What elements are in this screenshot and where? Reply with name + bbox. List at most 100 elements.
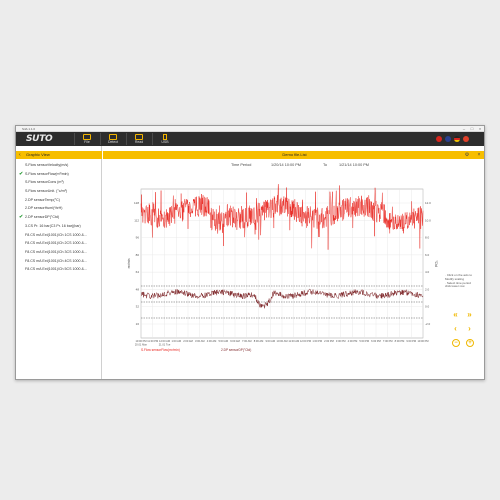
x-tick-sublabel: 21.01 Tue xyxy=(159,343,171,347)
right-y-tick-label: 6.0 xyxy=(425,253,430,257)
sensor-list-item[interactable]: F8.CS mA Ext(1001)/Ch 2CS 1000 &... xyxy=(16,239,102,248)
x-tick-label: 3:00 AM xyxy=(195,339,205,343)
graphic-view-header[interactable]: ‹ Graphic View xyxy=(16,151,102,159)
x-tick-label: 1:00 PM xyxy=(312,339,322,343)
flag-germany-icon[interactable] xyxy=(454,136,460,142)
sensor-list-item[interactable]: F8.CS mA Ext(1001)/Ch 4CS 1000 &... xyxy=(16,257,102,266)
sensor-label: S.Flow sensorUnit. (°c/m³) xyxy=(25,189,67,194)
sensor-label: F8.CS mA Ext(1001)/Ch 5CS 1000 &... xyxy=(25,267,87,272)
x-tick-label: 9:00 PM xyxy=(406,339,416,343)
x-tick-label: 12:00 AM xyxy=(159,339,170,343)
sensor-list-item[interactable]: S.Flow sensorUnit. (°c/m³) xyxy=(16,187,102,196)
sensor-label: 2.DP sensorHumi(%rH) xyxy=(25,206,63,211)
file-button-label: File xyxy=(84,140,90,144)
sensor-list-item[interactable]: S.Flow sensorVelocity(m/s) xyxy=(16,161,102,170)
zoom-in-button[interactable]: + xyxy=(466,339,474,347)
pan-right-button[interactable]: › xyxy=(465,324,474,333)
flag-other-icon[interactable] xyxy=(463,136,469,142)
sensor-list-item[interactable]: S.Flow sensorCons (m³) xyxy=(16,178,102,187)
toolbar: SUTO File Detect Read USB xyxy=(16,132,484,146)
x-tick-label: 8:00 PM xyxy=(395,339,405,343)
zoom-out-button[interactable]: − xyxy=(452,339,460,347)
help-text: · Click on the axis to Modify scaling · … xyxy=(445,273,484,289)
x-tick-label: 10:00 PM xyxy=(417,339,428,343)
x-tick-label: 10:00 PM xyxy=(135,339,146,343)
left-y-tick-label: 32 xyxy=(136,305,140,309)
read-button-label: Read xyxy=(134,140,144,144)
sensor-list-item[interactable]: F8.CS mA Ext(1001)/Ch 3CS 1000 &... xyxy=(16,248,102,257)
screenshot-stage: S4A 1.1.0 – □ × SUTO File Detect Read US… xyxy=(0,0,500,500)
x-tick-label: 6:00 PM xyxy=(371,339,381,343)
sensor-list-item[interactable]: F8.CS mA Ext(1001)/Ch 1CS 1000 &... xyxy=(16,231,102,240)
left-y-tick-label: 48 xyxy=(136,287,140,291)
left-y-tick-label: 16 xyxy=(136,322,140,326)
flag-china-icon[interactable] xyxy=(436,136,442,142)
x-tick-label: 7:00 AM xyxy=(242,339,252,343)
x-tick-label: 5:00 AM xyxy=(218,339,228,343)
sensor-label: 3.CS Pr. 16 bar(C3 Pr. 16 bar)(bar) xyxy=(25,223,81,228)
sensor-label: S.Flow sensorVelocity(m/s) xyxy=(25,163,69,167)
x-tick-label: 2:00 PM xyxy=(324,339,334,343)
legend-flow: S.Flow sensorFlow(m³/min) xyxy=(141,348,180,352)
x-tick-label: 11:00 PM xyxy=(147,339,158,343)
right-y-tick-label: 4.0 xyxy=(425,270,430,274)
sensor-label: F8.CS mA Ext(1001)/Ch 4CS 1000 &... xyxy=(25,258,87,263)
legend-dewpoint: 2.DP sensorDP(°Ctd) xyxy=(221,348,251,352)
x-tick-label: 8:00 AM xyxy=(254,339,264,343)
right-y-tick-label: 12.0 xyxy=(425,201,431,205)
x-tick-label: 4:00 PM xyxy=(348,339,358,343)
sensor-list: S.Flow sensorVelocity(m/s) ✔ S.Flow sensor… xyxy=(16,161,102,274)
detect-button-label: Detect xyxy=(107,140,119,144)
read-button[interactable]: Read xyxy=(126,133,150,145)
right-y-tick-label: 8.0 xyxy=(425,236,430,240)
usb-button-label: USB xyxy=(161,140,169,144)
right-y-axis-label: °Ctd xyxy=(434,260,438,266)
trend-chart[interactable]: 10:00 PM 11:00 PM 12:00 AM 1:00 AM 2:00 AM 3:… xyxy=(103,146,485,380)
left-y-tick-label: 80 xyxy=(136,253,140,257)
sensor-label: 2.DP sensorTemp(°C) xyxy=(25,197,60,202)
help-line: click lower row xyxy=(445,284,465,289)
usb-button[interactable]: USB xyxy=(152,133,176,145)
sensor-list-item[interactable]: 3.CS Pr. 16 bar(C3 Pr. 16 bar)(bar) xyxy=(16,222,102,231)
right-y-tick-label: 0.0 xyxy=(425,305,430,309)
x-tick-sublabel: 20.01 Mon xyxy=(135,343,148,347)
x-tick-label: 5:00 PM xyxy=(359,339,369,343)
sensor-label: S.Flow sensorFlow(m³/min) xyxy=(25,171,69,176)
pan-up-left-button[interactable]: « xyxy=(451,310,460,319)
sensor-label: F8.CS mA Ext(1001)/Ch 1CS 1000 &... xyxy=(25,232,87,237)
left-y-axis-label: m³/min xyxy=(127,258,131,268)
left-y-tick-label: 128 xyxy=(134,201,139,205)
sensor-label: F8.CS mA Ext(1001)/Ch 2CS 1000 &... xyxy=(25,241,87,246)
file-button[interactable]: File xyxy=(74,133,98,145)
detect-button[interactable]: Detect xyxy=(100,133,124,145)
sensor-list-item[interactable]: 2.DP sensorHumi(%rH) xyxy=(16,204,102,213)
main-panel: Demo file.List ⚙ × Time Period 1/20/14 1… xyxy=(103,146,485,380)
pan-up-right-button[interactable]: » xyxy=(465,310,474,319)
left-y-tick-label: 112 xyxy=(134,218,139,222)
right-y-tick-label: 2.0 xyxy=(425,287,430,291)
x-tick-label: 10:00 AM xyxy=(277,339,288,343)
sensor-list-item[interactable]: F8.CS mA Ext(1001)/Ch 5CS 1000 &... xyxy=(16,265,102,274)
sensor-label: 2.DP sensorDP(°Ctd) xyxy=(25,215,60,220)
sensor-list-item[interactable]: ✔ S.Flow sensorFlow(m³/min) xyxy=(16,170,102,179)
flag-uk-icon[interactable] xyxy=(445,136,451,142)
x-tick-label: 11:00 AM xyxy=(288,339,299,343)
x-tick-label: 6:00 AM xyxy=(230,339,240,343)
chevron-left-icon[interactable]: ‹ xyxy=(19,151,21,159)
suto-logo: SUTO xyxy=(26,134,53,144)
right-y-tick-label: 10.0 xyxy=(425,218,431,222)
sensor-list-item[interactable]: 2.DP sensorTemp(°C) xyxy=(16,196,102,205)
sensor-label: F8.CS mA Ext(1001)/Ch 3CS 1000 &... xyxy=(25,249,87,254)
checkmark-icon[interactable]: ✔ xyxy=(19,214,24,221)
x-tick-label: 12:00 PM xyxy=(300,339,311,343)
x-tick-label: 4:00 AM xyxy=(207,339,217,343)
x-tick-label: 1:00 AM xyxy=(171,339,181,343)
x-tick-label: 7:00 PM xyxy=(383,339,393,343)
x-tick-label: 2:00 AM xyxy=(183,339,193,343)
app-window: S4A 1.1.0 – □ × SUTO File Detect Read US… xyxy=(15,125,485,380)
left-y-tick-label: 64 xyxy=(136,270,140,274)
pan-left-button[interactable]: ‹ xyxy=(451,324,460,333)
checkmark-icon[interactable]: ✔ xyxy=(19,171,24,178)
x-tick-label: 3:00 PM xyxy=(336,339,346,343)
sensor-list-item[interactable]: ✔ 2.DP sensorDP(°Ctd) xyxy=(16,213,102,222)
